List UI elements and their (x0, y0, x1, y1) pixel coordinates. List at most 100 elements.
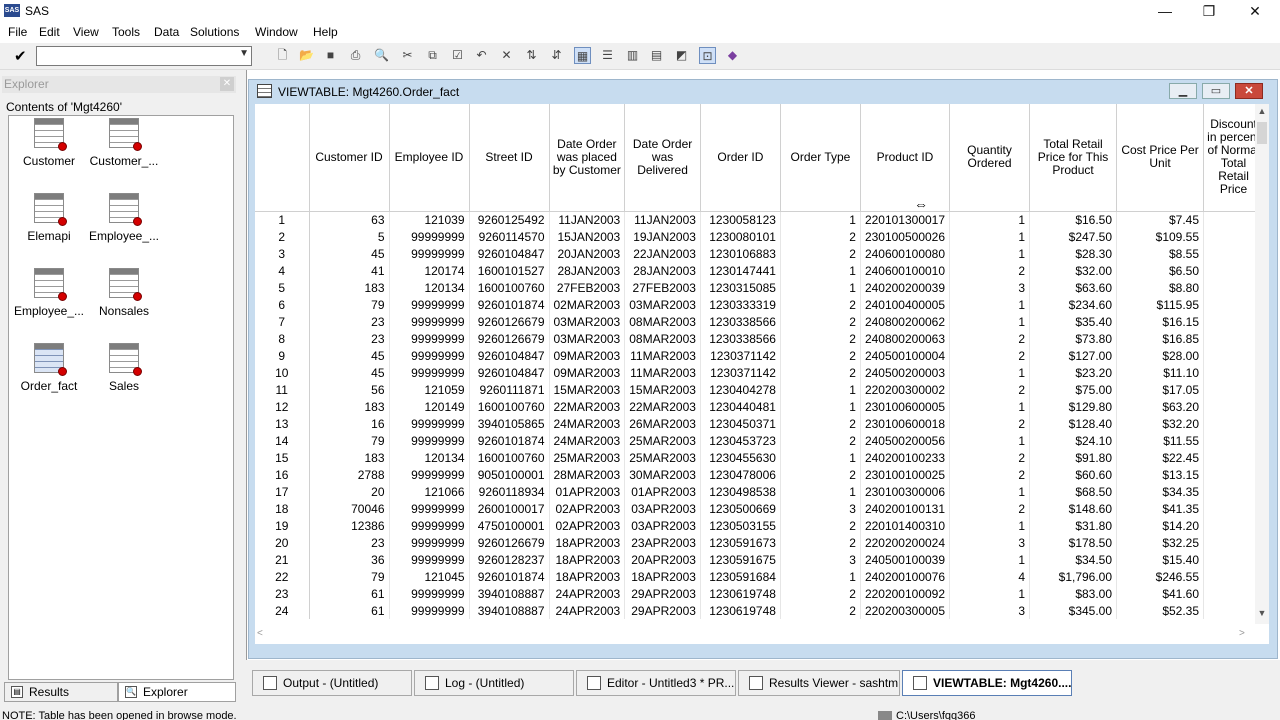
help-book-icon[interactable]: ◆ (724, 47, 741, 64)
table-cell[interactable]: $13.15 (1116, 466, 1205, 483)
table-cell[interactable]: 120134 (389, 279, 470, 296)
table-cell[interactable]: 1 (949, 245, 1031, 262)
table-cell[interactable]: 45 (309, 347, 390, 364)
table-cell[interactable]: 28JAN2003 (624, 262, 701, 279)
table-cell[interactable]: 23APR2003 (624, 534, 701, 551)
row-number[interactable]: 10 (255, 364, 310, 381)
table-cell[interactable]: 120149 (389, 398, 470, 415)
table-view-icon[interactable]: ▦ (574, 47, 591, 64)
table-cell[interactable]: 1230404278 (700, 381, 781, 398)
column-header[interactable]: Customer ID (309, 104, 390, 212)
table-cell[interactable]: 1 (780, 568, 861, 585)
table-row[interactable]: 17 20 121066 9260118934 01APR2003 01APR2003 12… (255, 483, 1265, 500)
table-cell[interactable]: 1230080101 (700, 228, 781, 245)
tab-results-viewer[interactable]: Results Viewer - sashtm... (738, 670, 900, 696)
row-number[interactable]: 1 (255, 211, 310, 228)
table-row[interactable]: 24 61 99999999 3940108887 24APR2003 29APR2003… (255, 602, 1265, 619)
table-cell[interactable]: $16.15 (1116, 313, 1205, 330)
table-cell[interactable]: 1230058123 (700, 211, 781, 228)
menu-view[interactable]: View (73, 25, 99, 39)
table-cell[interactable]: $32.20 (1116, 415, 1205, 432)
table-cell[interactable]: 120174 (389, 262, 470, 279)
table-row[interactable]: 2 5 99999999 9260114570 15JAN2003 19JAN2003 12… (255, 228, 1265, 245)
command-box[interactable]: ▼ (36, 46, 252, 66)
table-cell[interactable]: 220200300005 (860, 602, 951, 619)
table-cell[interactable]: 99999999 (389, 313, 470, 330)
table-cell[interactable]: 9260111871 (469, 381, 550, 398)
table-cell[interactable]: $41.60 (1116, 585, 1205, 602)
table-cell[interactable]: 1 (780, 449, 861, 466)
table-cell[interactable]: 28JAN2003 (549, 262, 626, 279)
table-cell[interactable]: 02MAR2003 (549, 296, 626, 313)
table-cell[interactable]: 02APR2003 (549, 500, 626, 517)
table-cell[interactable]: 24MAR2003 (549, 432, 626, 449)
table-row[interactable]: 14 79 99999999 9260101874 24MAR2003 25MAR2003… (255, 432, 1265, 449)
table-cell[interactable]: 11MAR2003 (624, 347, 701, 364)
table-cell[interactable]: 183 (309, 279, 390, 296)
table-cell[interactable]: 99999999 (389, 364, 470, 381)
table-cell[interactable]: $128.40 (1029, 415, 1118, 432)
table-cell[interactable]: 9260104847 (469, 347, 550, 364)
table-cell[interactable]: 12386 (309, 517, 390, 534)
table-cell[interactable]: 9260101874 (469, 432, 550, 449)
scroll-left-icon[interactable]: < (257, 628, 263, 639)
vertical-scrollbar[interactable]: ▲ ▼ (1255, 104, 1269, 624)
table-cell[interactable]: 1230147441 (700, 262, 781, 279)
table-cell[interactable]: 01APR2003 (624, 483, 701, 500)
table-cell[interactable]: 99999999 (389, 602, 470, 619)
row-number[interactable]: 9 (255, 347, 310, 364)
paste-icon[interactable]: ☑ (449, 47, 466, 64)
table-cell[interactable]: 220200300002 (860, 381, 951, 398)
table-cell[interactable]: 240200100076 (860, 568, 951, 585)
table-cell[interactable]: 1230619748 (700, 602, 781, 619)
table-cell[interactable]: 24APR2003 (549, 585, 626, 602)
browse-mode-icon[interactable]: ⊡ (699, 47, 716, 64)
table-cell[interactable]: 18APR2003 (549, 551, 626, 568)
row-number[interactable]: 11 (255, 381, 310, 398)
minimize-icon[interactable]: — (1142, 0, 1188, 22)
table-cell[interactable]: 240500100004 (860, 347, 951, 364)
minimize-icon[interactable]: ▁ (1169, 83, 1197, 99)
table-cell[interactable]: 2 (949, 381, 1031, 398)
table-cell[interactable]: 1230478006 (700, 466, 781, 483)
table-cell[interactable]: 4 (949, 568, 1031, 585)
table-cell[interactable]: $75.00 (1029, 381, 1118, 398)
table-cell[interactable]: 61 (309, 602, 390, 619)
table-cell[interactable]: 30MAR2003 (624, 466, 701, 483)
table-cell[interactable]: 4750100001 (469, 517, 550, 534)
table-cell[interactable]: $6.50 (1116, 262, 1205, 279)
table-cell[interactable]: 1600100760 (469, 398, 550, 415)
table-cell[interactable]: 03APR2003 (624, 500, 701, 517)
table-cell[interactable]: 45 (309, 364, 390, 381)
close-icon[interactable]: ✕ (220, 77, 234, 91)
viewtable-titlebar[interactable]: VIEWTABLE: Mgt4260.Order_fact ▁ ▭ ✕ (249, 80, 1277, 104)
table-cell[interactable]: 2 (949, 415, 1031, 432)
table-row[interactable]: 16 2788 99999999 9050100001 28MAR2003 30MAR20… (255, 466, 1265, 483)
table-cell[interactable]: $63.20 (1116, 398, 1205, 415)
table-cell[interactable]: $129.80 (1029, 398, 1118, 415)
table-cell[interactable]: $73.80 (1029, 330, 1118, 347)
row-number[interactable]: 22 (255, 568, 310, 585)
tab-output[interactable]: Output - (Untitled) (252, 670, 412, 696)
table-cell[interactable]: $345.00 (1029, 602, 1118, 619)
table-cell[interactable]: 240500200003 (860, 364, 951, 381)
table-cell[interactable]: 1230371142 (700, 347, 781, 364)
maximize-icon[interactable]: ▭ (1202, 83, 1230, 99)
table-cell[interactable]: 1230591684 (700, 568, 781, 585)
new-icon[interactable]: 🗋 (274, 47, 291, 64)
table-cell[interactable]: 240200100233 (860, 449, 951, 466)
table-cell[interactable]: $60.60 (1029, 466, 1118, 483)
table-cell[interactable]: 1230591673 (700, 534, 781, 551)
column-header[interactable]: Date Order was Delivered (624, 104, 701, 212)
table-cell[interactable]: $8.80 (1116, 279, 1205, 296)
table-cell[interactable]: 240200200039 (860, 279, 951, 296)
scroll-right-icon[interactable]: > (1239, 628, 1245, 639)
table-cell[interactable]: 99999999 (389, 330, 470, 347)
table-cell[interactable]: 1230338566 (700, 330, 781, 347)
dataset-employee-2[interactable]: Employee_... (7, 268, 91, 318)
table-cell[interactable]: 15MAR2003 (624, 381, 701, 398)
table-cell[interactable]: 220200100092 (860, 585, 951, 602)
table-cell[interactable]: 29APR2003 (624, 602, 701, 619)
table-cell[interactable]: 28MAR2003 (549, 466, 626, 483)
table-cell[interactable]: 1230333319 (700, 296, 781, 313)
